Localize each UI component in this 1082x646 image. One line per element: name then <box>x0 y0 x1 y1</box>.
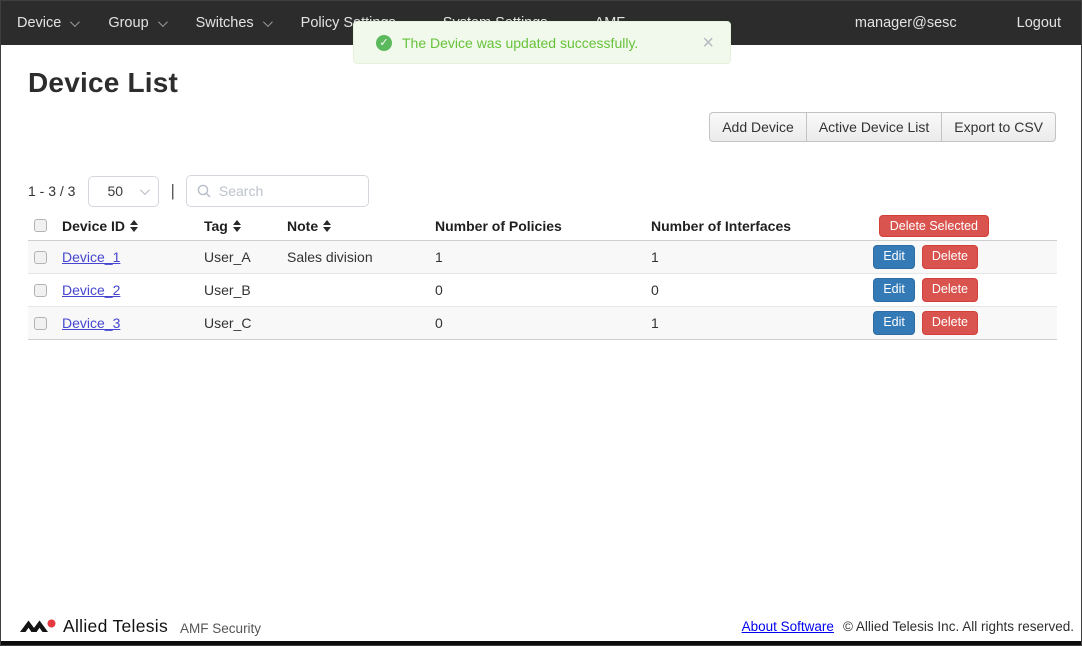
user-account-label: manager@sesc <box>855 15 957 31</box>
page-size-value: 50 <box>107 183 123 199</box>
search-icon <box>197 184 211 198</box>
close-icon[interactable]: × <box>702 33 714 53</box>
nav-account-area: manager@sesc Logout <box>855 15 1061 31</box>
window-bottom-edge <box>1 641 1081 645</box>
note-cell: Sales division <box>287 249 435 265</box>
chevron-down-icon <box>140 185 150 195</box>
nav-item-label: Device <box>17 15 61 31</box>
add-device-button[interactable]: Add Device <box>709 112 807 142</box>
logout-label: Logout <box>1017 15 1061 31</box>
chevron-down-icon <box>70 17 80 27</box>
edit-button[interactable]: Edit <box>873 245 915 269</box>
allied-telesis-logo <box>19 617 57 635</box>
column-label: Tag <box>204 218 228 234</box>
column-header-note[interactable]: Note <box>287 218 435 234</box>
pagination-range: 1 - 3 / 3 <box>28 183 75 199</box>
search-box <box>186 175 369 207</box>
nav-item-label: Group <box>108 15 148 31</box>
delete-button[interactable]: Delete <box>922 245 978 269</box>
device-link[interactable]: Device_3 <box>62 315 120 331</box>
table-row: Device_1 User_A Sales division 1 1 Edit … <box>28 241 1057 274</box>
controls-divider: | <box>170 181 174 201</box>
sort-icon <box>130 220 138 232</box>
row-checkbox[interactable] <box>34 251 47 264</box>
active-device-list-button[interactable]: Active Device List <box>806 112 942 142</box>
delete-button[interactable]: Delete <box>922 278 978 302</box>
export-to-csv-button[interactable]: Export to CSV <box>941 112 1056 142</box>
interfaces-cell: 1 <box>651 249 867 265</box>
column-label: Note <box>287 218 318 234</box>
footer-links: About Software © Allied Telesis Inc. All… <box>742 619 1074 634</box>
interfaces-cell: 0 <box>651 282 867 298</box>
success-toast: ✓ The Device was updated successfully. × <box>353 21 731 64</box>
delete-button[interactable]: Delete <box>922 311 978 335</box>
page-action-buttons: Add Device Active Device List Export to … <box>709 112 1056 142</box>
page-title: Device List <box>28 67 178 99</box>
edit-button[interactable]: Edit <box>873 311 915 335</box>
policies-cell: 0 <box>435 282 651 298</box>
row-checkbox[interactable] <box>34 317 47 330</box>
success-check-icon: ✓ <box>376 35 392 51</box>
page-footer: Allied Telesis AMF Security About Softwa… <box>1 611 1081 641</box>
nav-item-device[interactable]: Device <box>17 15 77 31</box>
chevron-down-icon <box>158 17 168 27</box>
column-label: Number of Policies <box>435 218 562 234</box>
product-name: AMF Security <box>180 621 261 636</box>
table-row: Device_3 User_C 0 1 Edit Delete <box>28 307 1057 340</box>
sort-icon <box>323 220 331 232</box>
delete-selected-button[interactable]: Delete Selected <box>879 215 989 237</box>
copyright-text: © Allied Telesis Inc. All rights reserve… <box>843 619 1074 634</box>
search-input[interactable] <box>219 183 400 199</box>
policies-cell: 1 <box>435 249 651 265</box>
toast-message: The Device was updated successfully. <box>402 35 702 51</box>
tag-cell: User_B <box>204 282 287 298</box>
select-all-checkbox[interactable] <box>34 219 47 232</box>
device-table: Device ID Tag Note Number of Policies Nu… <box>28 211 1057 340</box>
column-header-policies: Number of Policies <box>435 218 651 234</box>
page-size-select[interactable]: 50 <box>88 176 159 207</box>
list-controls: 1 - 3 / 3 50 | <box>28 174 369 208</box>
column-header-device-id[interactable]: Device ID <box>62 218 204 234</box>
nav-item-group[interactable]: Group <box>108 15 164 31</box>
column-header-interfaces: Number of Interfaces <box>651 218 867 234</box>
logout-button[interactable]: Logout <box>1017 15 1061 31</box>
column-header-tag[interactable]: Tag <box>204 218 287 234</box>
tag-cell: User_A <box>204 249 287 265</box>
row-checkbox[interactable] <box>34 284 47 297</box>
about-software-link[interactable]: About Software <box>742 619 834 634</box>
device-link[interactable]: Device_1 <box>62 249 120 265</box>
column-label: Number of Interfaces <box>651 218 791 234</box>
edit-button[interactable]: Edit <box>873 278 915 302</box>
nav-item-label: Switches <box>196 15 254 31</box>
chevron-down-icon <box>263 17 273 27</box>
policies-cell: 0 <box>435 315 651 331</box>
interfaces-cell: 1 <box>651 315 867 331</box>
brand-name: Allied Telesis <box>63 616 168 637</box>
app-window: Device Group Switches Policy Settings Sy… <box>0 0 1082 646</box>
tag-cell: User_C <box>204 315 287 331</box>
column-label: Device ID <box>62 218 125 234</box>
sort-icon <box>233 220 241 232</box>
table-header-row: Device ID Tag Note Number of Policies Nu… <box>28 211 1057 241</box>
table-row: Device_2 User_B 0 0 Edit Delete <box>28 274 1057 307</box>
footer-brand: Allied Telesis AMF Security <box>19 616 261 637</box>
nav-item-switches[interactable]: Switches <box>196 15 270 31</box>
device-link[interactable]: Device_2 <box>62 282 120 298</box>
